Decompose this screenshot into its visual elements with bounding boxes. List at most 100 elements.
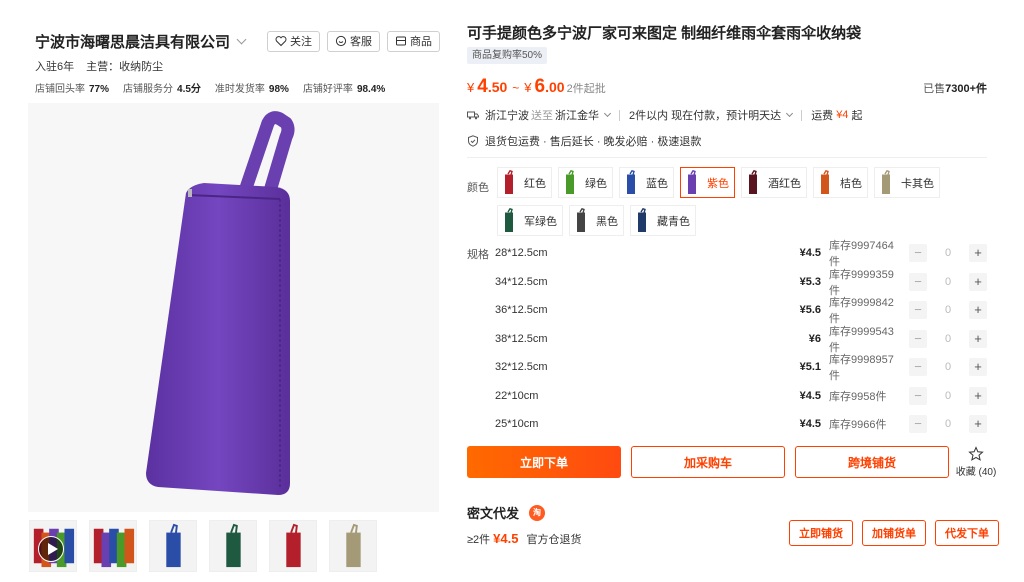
order-now-button[interactable]: 立即下单 (467, 446, 621, 478)
color-option[interactable]: 蓝色 (619, 167, 674, 198)
quantity-stepper: − 0 + (909, 301, 987, 320)
dropship-title: 密文代发 淘 (467, 503, 546, 522)
play-icon[interactable] (38, 536, 64, 562)
spec-stock: 库存9966件 (829, 419, 887, 432)
shield-icon (468, 135, 478, 147)
plus-icon[interactable]: + (969, 415, 987, 434)
minus-icon[interactable]: − (909, 301, 927, 320)
spec-stock: 库存9999543件 (829, 325, 894, 354)
image-thumbnail[interactable] (209, 520, 257, 572)
color-label: 颜色 (467, 182, 489, 194)
color-option[interactable]: 绿色 (558, 167, 613, 198)
minus-icon[interactable]: − (909, 272, 927, 291)
minus-icon[interactable]: − (909, 244, 927, 263)
quantity-value[interactable]: 0 (945, 304, 951, 316)
guarantee-info: 退货包运费 · 售后延长 · 晚发必赔 · 极速退款 (467, 133, 701, 149)
color-option[interactable]: 酒红色 (741, 167, 807, 198)
follow-button[interactable]: 关注 (267, 30, 320, 52)
quantity-value[interactable]: 0 (945, 361, 951, 373)
color-option[interactable]: 卡其色 (874, 167, 940, 198)
quantity-stepper: − 0 + (909, 244, 987, 263)
color-option[interactable]: 军绿色 (497, 205, 563, 236)
quantity-value[interactable]: 0 (945, 247, 951, 259)
delivery-estimate[interactable]: 2件以内 现在付款，预计明天达 (629, 107, 781, 123)
chevron-down-icon[interactable] (603, 109, 612, 118)
price-high-integer: 6 (534, 76, 546, 97)
color-option-label: 军绿色 (524, 215, 557, 228)
color-option[interactable]: 藏青色 (630, 205, 696, 236)
plus-icon[interactable]: + (969, 386, 987, 405)
image-thumbnail[interactable] (329, 520, 377, 572)
dropship-order-button[interactable]: 代发下单 (935, 520, 999, 546)
plus-icon[interactable]: + (969, 358, 987, 377)
color-thumbnail (623, 169, 639, 195)
favorite-button[interactable]: 收藏 (40) (955, 446, 997, 478)
spec-row: 22*10cm ¥4.5 库存9958件 − 0 + (495, 382, 987, 411)
spec-stock: 库存9999359件 (829, 268, 894, 297)
ship-to-selector[interactable]: 浙江金华 (555, 107, 599, 123)
spec-row: 38*12.5cm ¥6 库存9999543件 − 0 + (495, 325, 987, 354)
chat-icon (335, 35, 347, 47)
quantity-value[interactable]: 0 (945, 333, 951, 345)
customer-service-button[interactable]: 客服 (327, 30, 380, 52)
price-low-integer: 4 (477, 76, 488, 97)
spec-row: 25*10cm ¥4.5 库存9966件 − 0 + (495, 410, 987, 439)
color-option[interactable]: 红色 (497, 167, 552, 198)
shop-stat: 店铺回头率 77% (35, 84, 110, 95)
video-thumbnail[interactable] (29, 520, 77, 572)
plus-icon[interactable]: + (969, 329, 987, 348)
list-now-button[interactable]: 立即铺货 (789, 520, 853, 546)
truck-icon (467, 111, 479, 120)
minus-icon[interactable]: − (909, 415, 927, 434)
quantity-value[interactable]: 0 (945, 418, 951, 430)
spec-stock: 库存9958件 (829, 390, 887, 403)
service-label: 客服 (350, 36, 372, 48)
cross-border-button[interactable]: 跨境铺货 (795, 446, 949, 478)
freight-suffix: 起 (851, 110, 863, 122)
shop-name[interactable]: 宁波市海曙思晨洁具有限公司 (35, 31, 230, 52)
chevron-down-icon[interactable] (236, 34, 247, 44)
color-option[interactable]: 紫色 (680, 167, 735, 198)
dropship-actions: 立即铺货 加铺货单 代发下单 (789, 520, 999, 546)
minus-icon[interactable]: − (909, 386, 927, 405)
color-thumbnail (817, 169, 833, 195)
color-option-label: 卡其色 (901, 177, 934, 190)
minus-icon[interactable]: − (909, 358, 927, 377)
spec-size: 38*12.5cm (495, 332, 548, 345)
spec-size: 34*12.5cm (495, 275, 548, 288)
color-thumbnail (745, 169, 761, 195)
image-thumbnail[interactable] (269, 520, 317, 572)
color-option[interactable]: 黑色 (569, 205, 624, 236)
quantity-value[interactable]: 0 (945, 276, 951, 288)
color-option-label: 黑色 (596, 215, 618, 228)
main-product-image[interactable] (28, 103, 439, 512)
plus-icon[interactable]: + (969, 272, 987, 291)
color-thumbnail (634, 207, 650, 233)
image-thumbnail[interactable] (149, 520, 197, 572)
color-option-label: 红色 (524, 177, 546, 190)
color-swatches: 红色 绿色 蓝色 紫色 酒红色 桔色 卡其色军绿色 黑色 藏青色 (497, 167, 987, 236)
shop-years: 入驻6年 (35, 61, 75, 73)
follow-label: 关注 (290, 36, 312, 48)
dropship-return-note: 官方仓退货 (526, 534, 582, 546)
product-title: 可手提颜色多宁波厂家可来图定 制细纤维雨伞套雨伞收纳袋 (467, 25, 862, 42)
quantity-stepper: − 0 + (909, 358, 987, 377)
products-button[interactable]: 商品 (387, 30, 440, 52)
color-option[interactable]: 桔色 (813, 167, 868, 198)
freight-label: 运费 (811, 110, 834, 122)
spec-table: 28*12.5cm ¥4.5 库存9997464件 −0 +34*12.5cm ¥5.3 库… (495, 239, 987, 439)
currency-symbol: ¥ (467, 80, 475, 95)
plus-icon[interactable]: + (969, 301, 987, 320)
shipping-info: 浙江宁波 送至 浙江金华 2件以内 现在付款，预计明天达 运费 ¥4 起 (467, 107, 862, 123)
color-option-label: 绿色 (585, 177, 607, 190)
spec-row: 36*12.5cm ¥5.6 库存9999842件 − 0 + (495, 296, 987, 325)
price-range-tilde: ~ (512, 81, 520, 95)
add-to-list-button[interactable]: 加铺货单 (862, 520, 926, 546)
ship-from: 浙江宁波 (485, 110, 529, 122)
quantity-value[interactable]: 0 (945, 390, 951, 402)
chevron-down-icon[interactable] (786, 109, 794, 118)
minus-icon[interactable]: − (909, 329, 927, 348)
add-to-cart-button[interactable]: 加采购车 (631, 446, 785, 478)
plus-icon[interactable]: + (969, 244, 987, 263)
image-thumbnail[interactable] (89, 520, 137, 572)
